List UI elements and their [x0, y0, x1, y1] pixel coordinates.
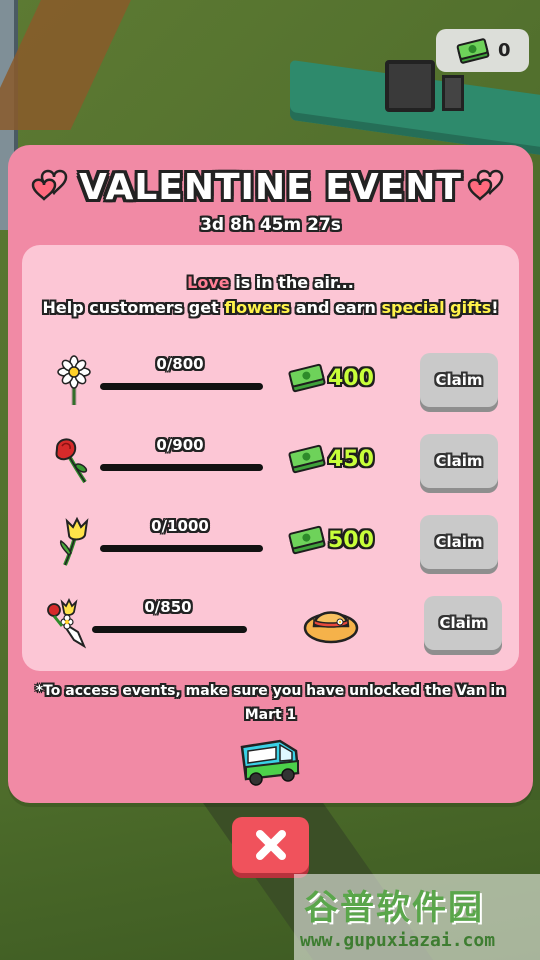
close-icon: [255, 830, 286, 860]
cash-icon: [288, 444, 326, 474]
event-title: VALENTINE EVENT: [79, 167, 462, 208]
valentine-event-panel: VALENTINE EVENT 3d 8h 45m 27s Love is in…: [8, 145, 533, 803]
intro-line-1: Love is in the air...: [22, 273, 519, 292]
rewards-card: Love is in the air... Help customers get…: [22, 245, 519, 671]
progress-bar: [92, 626, 247, 633]
close-button[interactable]: [232, 817, 309, 873]
reward-amount: 450: [328, 446, 374, 472]
backdrop-card-reader: [442, 75, 464, 111]
intro-gifts: special gifts: [381, 298, 492, 317]
van-icon: [240, 739, 300, 786]
tulip-icon: [59, 516, 89, 566]
reward-row-daisy: 0/800 400 Claim: [22, 353, 519, 423]
currency-display: 0: [436, 29, 529, 72]
claim-button[interactable]: Claim: [424, 596, 502, 650]
reward-amount: 500: [328, 527, 374, 553]
watermark-url: www.gupuxiazai.com: [300, 930, 496, 951]
progress-bar: [100, 545, 263, 552]
reward-amount: 400: [328, 365, 374, 391]
cash-reward: 450: [288, 444, 374, 474]
backdrop-register: [385, 60, 435, 112]
rose-icon: [55, 438, 88, 484]
progress-label: 0/850: [144, 598, 192, 616]
cash-icon: [288, 363, 326, 393]
cash-reward: 400: [288, 363, 374, 393]
straw-hat-icon: [303, 611, 359, 644]
reward-row-bouquet: 0/850 Claim: [22, 596, 519, 666]
cash-reward: 500: [288, 525, 374, 555]
bouquet-icon: [47, 597, 87, 649]
intro-rest: is in the air...: [229, 273, 354, 292]
progress-label: 0/900: [156, 436, 204, 454]
progress-label: 0/1000: [151, 517, 209, 535]
watermark-title: 谷普软件园: [304, 888, 484, 928]
event-requirement-note: *To access events, make sure you have un…: [35, 683, 506, 723]
currency-amount: 0: [498, 40, 511, 61]
claim-button[interactable]: Claim: [420, 515, 498, 569]
cash-icon: [288, 525, 326, 555]
progress-bar: [100, 383, 263, 390]
reward-row-tulip: 0/1000 500 Claim: [22, 515, 519, 585]
claim-button[interactable]: Claim: [420, 353, 498, 407]
reward-row-rose: 0/900 450 Claim: [22, 434, 519, 504]
intro-text: and earn: [290, 298, 382, 317]
claim-button[interactable]: Claim: [420, 434, 498, 488]
progress-bar: [100, 464, 263, 471]
intro-love: Love: [187, 273, 230, 292]
watermark: 谷普软件园 www.gupuxiazai.com: [294, 874, 540, 960]
intro-line-2: Help customers get flowers and earn spec…: [22, 298, 519, 317]
intro-flowers: flowers: [224, 298, 291, 317]
intro-text: Help customers get: [42, 298, 225, 317]
event-timer: 3d 8h 45m 27s: [200, 215, 341, 235]
progress-label: 0/800: [156, 355, 204, 373]
cash-icon: [456, 37, 490, 64]
daisy-icon: [57, 355, 91, 405]
intro-text: !: [491, 298, 499, 317]
